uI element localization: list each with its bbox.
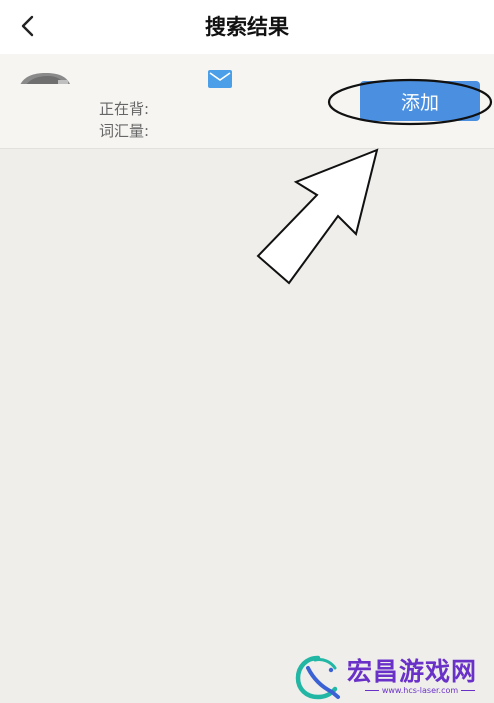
watermark-url: www.hcs-laser.com bbox=[355, 686, 485, 695]
page-title: 搜索结果 bbox=[205, 15, 289, 39]
mail-icon[interactable] bbox=[208, 70, 232, 88]
annotation-arrow bbox=[256, 148, 379, 285]
nav-bar: 搜索结果 bbox=[0, 0, 494, 54]
result-card: 正在背: 词汇量: 添加 bbox=[0, 54, 494, 149]
learning-label: 正在背: bbox=[99, 100, 150, 118]
watermark: 宏昌游戏网 www.hcs-laser.com bbox=[295, 652, 489, 700]
avatar bbox=[18, 70, 72, 84]
watermark-logo bbox=[295, 655, 340, 700]
watermark-name: 宏昌游戏网 bbox=[347, 657, 478, 686]
vocab-label: 词汇量: bbox=[99, 122, 150, 140]
add-button[interactable]: 添加 bbox=[360, 81, 480, 121]
